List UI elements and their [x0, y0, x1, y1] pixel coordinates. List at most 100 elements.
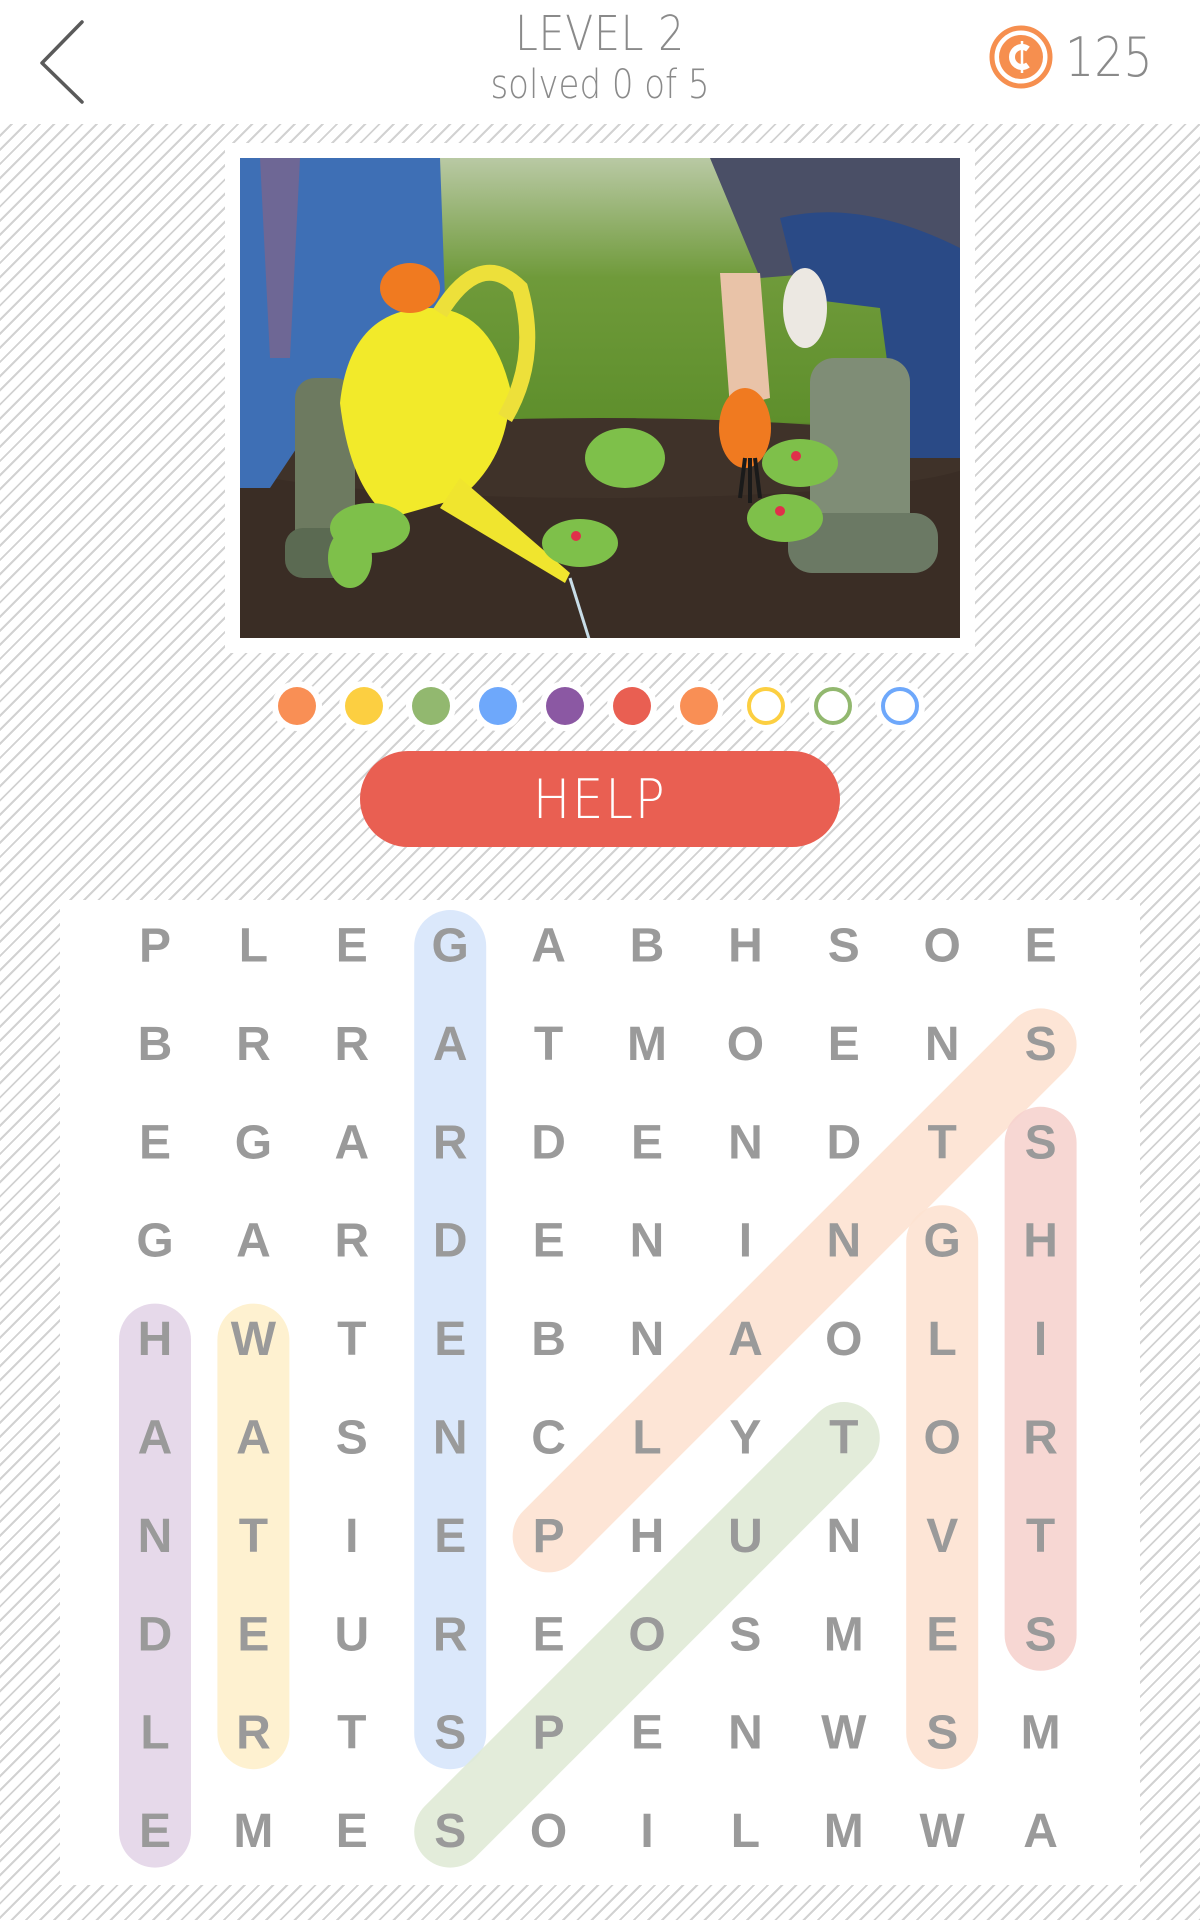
grid-cell[interactable]: R [1023, 1412, 1058, 1465]
grid-cell[interactable]: N [925, 1018, 960, 1071]
grid-cell[interactable]: B [630, 920, 665, 973]
grid-cell[interactable]: I [345, 1510, 358, 1563]
help-button[interactable]: HELP [360, 751, 840, 847]
grid-cell[interactable]: A [1023, 1805, 1058, 1858]
grid-cell[interactable]: R [236, 1707, 271, 1760]
grid-cell[interactable]: S [434, 1707, 466, 1760]
grid-cell[interactable]: W [821, 1707, 867, 1760]
grid-cell[interactable]: R [236, 1018, 271, 1071]
grid-cell[interactable]: L [140, 1707, 169, 1760]
grid-cell[interactable]: L [239, 920, 268, 973]
grid-cell[interactable]: H [630, 1510, 665, 1563]
grid-cell[interactable]: R [433, 1116, 468, 1169]
grid-cell[interactable]: D [433, 1215, 468, 1268]
grid-cell[interactable]: G [924, 1215, 961, 1268]
grid-cell[interactable]: E [828, 1018, 860, 1071]
grid-cell[interactable]: S [729, 1608, 761, 1661]
grid-cell[interactable]: E [336, 1805, 368, 1858]
grid-cell[interactable]: W [920, 1805, 966, 1858]
grid-cell[interactable]: A [236, 1412, 271, 1465]
grid-cell[interactable]: T [534, 1018, 563, 1071]
grid-cell[interactable]: E [533, 1215, 565, 1268]
word-search-board[interactable]: P L E G A B H S O EB R R A T M O E N SE G A R D E N D T SG A R D E N I N G H… [60, 900, 1140, 1885]
grid-cell[interactable]: N [433, 1412, 468, 1465]
grid-cell[interactable]: N [826, 1215, 861, 1268]
grid-cell[interactable]: U [728, 1510, 763, 1563]
grid-cell[interactable]: M [627, 1018, 667, 1071]
grid-cell[interactable]: E [237, 1608, 269, 1661]
coin-balance[interactable]: 125 [989, 22, 1168, 92]
grid-cell[interactable]: G [432, 920, 469, 973]
grid-cell[interactable]: A [236, 1215, 271, 1268]
grid-cell[interactable]: E [434, 1510, 466, 1563]
grid-cell[interactable]: R [334, 1215, 369, 1268]
grid-cell[interactable]: H [138, 1313, 173, 1366]
grid-cell[interactable]: P [139, 920, 171, 973]
grid-cell[interactable]: L [928, 1313, 957, 1366]
grid-cell[interactable]: T [829, 1412, 858, 1465]
grid-cell[interactable]: V [926, 1510, 958, 1563]
grid-cell[interactable]: S [1025, 1116, 1057, 1169]
grid-cell[interactable]: G [136, 1215, 173, 1268]
grid-cell[interactable]: O [727, 1018, 764, 1071]
grid-cell[interactable]: E [631, 1707, 663, 1760]
grid-cell[interactable]: H [1023, 1215, 1058, 1268]
grid-cell[interactable]: T [337, 1707, 366, 1760]
grid-cell[interactable]: A [433, 1018, 468, 1071]
grid-cell[interactable]: D [138, 1608, 173, 1661]
grid-cell[interactable]: L [632, 1412, 661, 1465]
grid-cell[interactable]: O [825, 1313, 862, 1366]
grid-cell[interactable]: B [138, 1018, 173, 1071]
grid-cell[interactable]: Y [729, 1412, 761, 1465]
grid-cell[interactable]: M [1021, 1707, 1061, 1760]
grid-cell[interactable]: L [731, 1805, 760, 1858]
grid-cell[interactable]: S [336, 1412, 368, 1465]
grid-cell[interactable]: I [739, 1215, 752, 1268]
grid-cell[interactable]: S [1025, 1018, 1057, 1071]
grid-cell[interactable]: O [924, 1412, 961, 1465]
grid-cell[interactable]: N [728, 1116, 763, 1169]
grid-cell[interactable]: S [926, 1707, 958, 1760]
grid-cell[interactable]: O [628, 1608, 665, 1661]
grid-cell[interactable]: N [630, 1313, 665, 1366]
grid-cell[interactable]: N [826, 1510, 861, 1563]
grid-cell[interactable]: S [434, 1805, 466, 1858]
grid-cell[interactable]: M [824, 1805, 864, 1858]
word-search-grid[interactable]: PLEGABHSOEBRRATMOENSEGARDENDTSGARDENINGH… [60, 900, 1140, 1885]
grid-cell[interactable]: A [531, 920, 566, 973]
grid-cell[interactable]: W [231, 1313, 277, 1366]
grid-cell[interactable]: E [533, 1608, 565, 1661]
grid-cell[interactable]: R [433, 1608, 468, 1661]
grid-cell[interactable]: D [826, 1116, 861, 1169]
grid-cell[interactable]: P [533, 1510, 565, 1563]
grid-cell[interactable]: N [728, 1707, 763, 1760]
grid-cell[interactable]: N [138, 1510, 173, 1563]
grid-cell[interactable]: E [926, 1608, 958, 1661]
grid-cell[interactable]: I [640, 1805, 653, 1858]
grid-cell[interactable]: E [336, 920, 368, 973]
grid-cell[interactable]: G [235, 1116, 272, 1169]
back-button[interactable] [30, 14, 100, 110]
grid-cell[interactable]: A [728, 1313, 763, 1366]
grid-cell[interactable]: E [434, 1313, 466, 1366]
grid-cell[interactable]: T [239, 1510, 268, 1563]
grid-cell[interactable]: E [139, 1116, 171, 1169]
grid-cell[interactable]: T [928, 1116, 957, 1169]
grid-cell[interactable]: O [530, 1805, 567, 1858]
grid-cell[interactable]: H [728, 920, 763, 973]
grid-cell[interactable]: S [828, 920, 860, 973]
grid-cell[interactable]: E [631, 1116, 663, 1169]
grid-cell[interactable]: D [531, 1116, 566, 1169]
grid-cell[interactable]: N [630, 1215, 665, 1268]
grid-cell[interactable]: E [1025, 920, 1057, 973]
grid-cell[interactable]: R [334, 1018, 369, 1071]
grid-cell[interactable]: C [531, 1412, 566, 1465]
grid-cell[interactable]: A [334, 1116, 369, 1169]
grid-cell[interactable]: S [1025, 1608, 1057, 1661]
grid-cell[interactable]: B [531, 1313, 566, 1366]
grid-cell[interactable]: E [139, 1805, 171, 1858]
grid-cell[interactable]: T [337, 1313, 366, 1366]
grid-cell[interactable]: P [533, 1707, 565, 1760]
grid-cell[interactable]: M [824, 1608, 864, 1661]
grid-cell[interactable]: M [233, 1805, 273, 1858]
